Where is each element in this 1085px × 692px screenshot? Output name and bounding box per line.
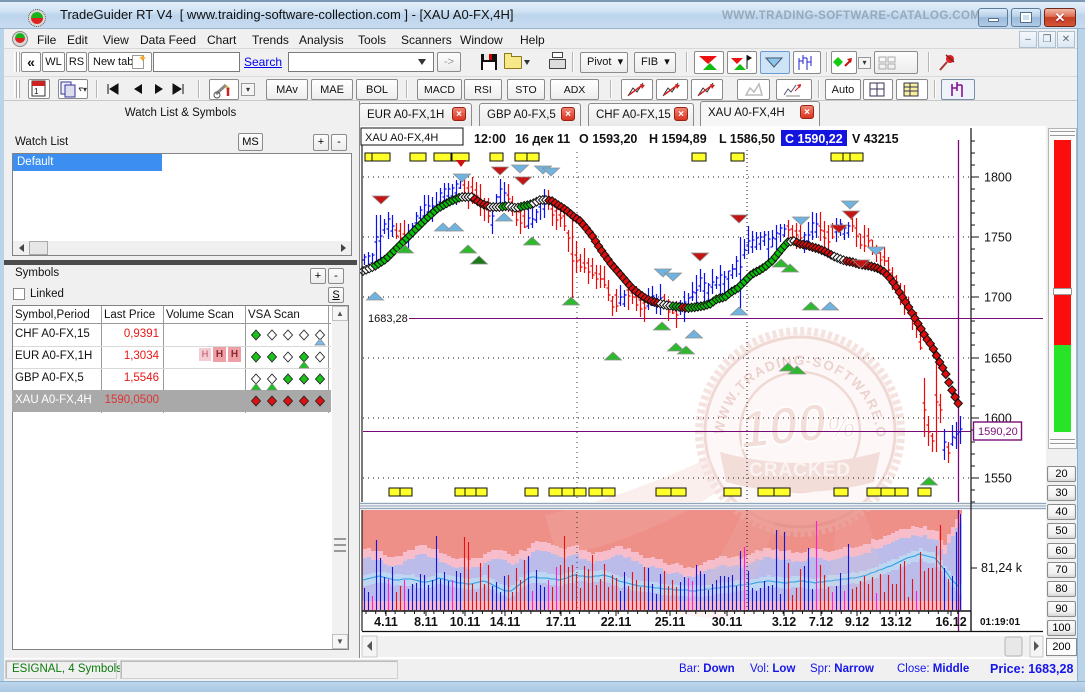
svg-text:CRACKED: CRACKED bbox=[749, 460, 851, 481]
svg-text:16.12: 16.12 bbox=[935, 615, 966, 629]
svg-text:17.11: 17.11 bbox=[546, 615, 577, 629]
svg-text:22.11: 22.11 bbox=[601, 615, 632, 629]
svg-text:81,24 k: 81,24 k bbox=[981, 561, 1023, 575]
svg-text:O 1593,20: O 1593,20 bbox=[579, 132, 637, 146]
svg-text:30.11: 30.11 bbox=[712, 615, 743, 629]
svg-text:L 1586,50: L 1586,50 bbox=[719, 132, 775, 146]
svg-text:10.11: 10.11 bbox=[450, 615, 481, 629]
svg-text:1750: 1750 bbox=[984, 231, 1012, 245]
svg-text:4.11: 4.11 bbox=[374, 615, 398, 629]
svg-text:1550: 1550 bbox=[984, 472, 1012, 486]
svg-text:12:00: 12:00 bbox=[474, 132, 506, 146]
svg-text:1683,28: 1683,28 bbox=[368, 313, 408, 325]
svg-text:3.12: 3.12 bbox=[772, 615, 796, 629]
svg-text:1: 1 bbox=[34, 87, 39, 96]
svg-text:V 43215: V 43215 bbox=[852, 132, 899, 146]
svg-text:14.11: 14.11 bbox=[490, 615, 521, 629]
svg-text:7.12: 7.12 bbox=[809, 615, 833, 629]
svg-text:H 1594,89: H 1594,89 bbox=[649, 132, 707, 146]
svg-text:XAU A0-FX,4H: XAU A0-FX,4H bbox=[365, 132, 438, 144]
svg-text:1800: 1800 bbox=[984, 171, 1012, 185]
svg-text:1650: 1650 bbox=[984, 352, 1012, 366]
svg-text:9.12: 9.12 bbox=[845, 615, 869, 629]
svg-text:25.11: 25.11 bbox=[655, 615, 686, 629]
svg-text:16 дек 11: 16 дек 11 bbox=[515, 132, 570, 146]
svg-text:1700: 1700 bbox=[984, 291, 1012, 305]
svg-text:1590,20: 1590,20 bbox=[978, 426, 1018, 438]
svg-text:01:19:01: 01:19:01 bbox=[980, 617, 1020, 628]
svg-text:C 1590,22: C 1590,22 bbox=[785, 132, 843, 146]
svg-text:13.12: 13.12 bbox=[880, 615, 911, 629]
svg-text:8.11: 8.11 bbox=[414, 615, 438, 629]
